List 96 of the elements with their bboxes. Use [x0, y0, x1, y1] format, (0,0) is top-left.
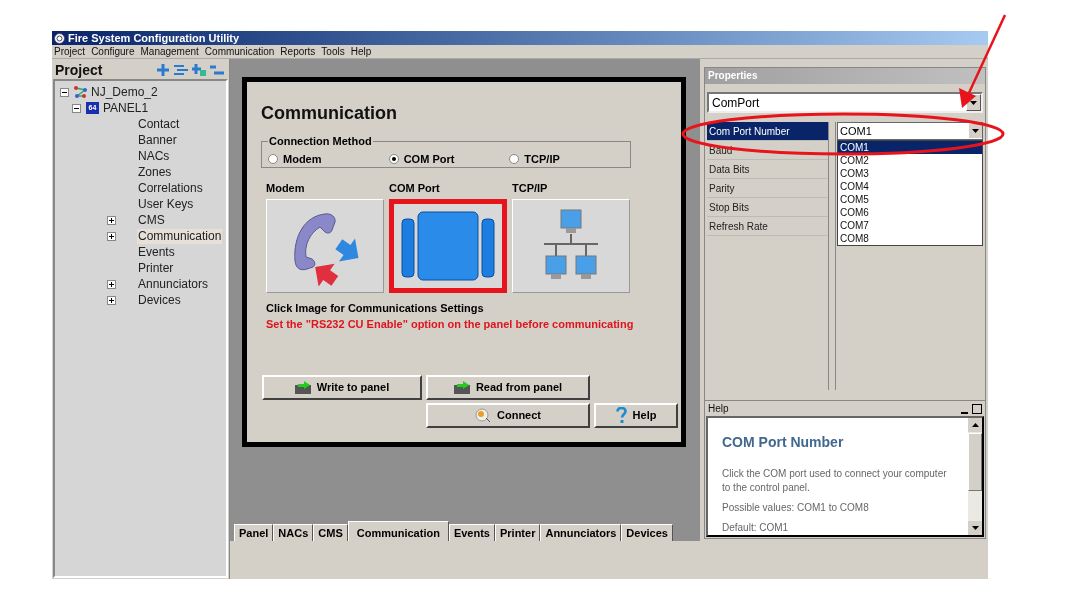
- add-icon[interactable]: [192, 64, 206, 76]
- tab[interactable]: Events: [448, 524, 495, 541]
- radio-option[interactable]: COM Port: [388, 153, 510, 165]
- panel-arrow-icon: [294, 381, 311, 394]
- window-title: Fire System Configuration Utility: [68, 32, 240, 44]
- radio-option[interactable]: TCP/IP: [509, 153, 630, 165]
- connect-button[interactable]: Connect: [426, 403, 590, 428]
- properties-header: Properties: [705, 68, 985, 84]
- tab[interactable]: Panel: [234, 524, 274, 541]
- radio-button[interactable]: [268, 154, 278, 164]
- value-dropdown[interactable]: COM1: [837, 122, 983, 140]
- tree-item[interactable]: NJ_Demo_2: [90, 84, 159, 100]
- dropdown-option[interactable]: COM2: [838, 154, 982, 167]
- plus-icon: [108, 233, 114, 239]
- plus-icon: [108, 281, 114, 287]
- warning-text: Set the "RS232 CU Enable" option on the panel before communicating: [266, 318, 635, 331]
- move-icon[interactable]: [156, 64, 170, 76]
- tree-item[interactable]: Devices: [137, 292, 182, 308]
- tree-item[interactable]: Printer: [137, 260, 175, 276]
- image-label: Modem: [266, 182, 306, 194]
- plus-icon: [108, 297, 114, 303]
- write-button[interactable]: Write to panel: [262, 375, 422, 400]
- radio-button[interactable]: [388, 154, 399, 164]
- expand-toggle[interactable]: [106, 295, 116, 305]
- property-name[interactable]: Stop Bits: [707, 198, 828, 217]
- expand-toggle[interactable]: [106, 279, 116, 289]
- dropdown-option[interactable]: COM7: [838, 219, 982, 232]
- property-name[interactable]: Parity: [707, 179, 828, 198]
- help-text: Possible values: COM1 to COM8: [722, 501, 870, 515]
- question-mark-icon: [615, 407, 627, 424]
- tree-item[interactable]: Annunciators: [137, 276, 210, 292]
- radio-button[interactable]: [509, 154, 520, 164]
- minus-icon: [73, 105, 79, 111]
- menu-item[interactable]: Tools: [321, 45, 345, 58]
- property-name[interactable]: Com Port Number: [707, 122, 828, 141]
- dropdown-option[interactable]: COM6: [838, 206, 982, 219]
- tab[interactable]: NACs: [273, 524, 314, 541]
- tree-item[interactable]: Correlations: [137, 180, 204, 196]
- caret-icon: [970, 100, 977, 105]
- expand-toggle[interactable]: [106, 231, 116, 241]
- object-dropdown[interactable]: ComPort: [707, 92, 983, 113]
- tab[interactable]: Printer: [494, 524, 541, 541]
- dropdown-option[interactable]: COM3: [838, 167, 982, 180]
- maximize-icon[interactable]: [972, 403, 982, 414]
- minus-icon: [61, 89, 67, 95]
- image-label: TCP/IP: [512, 182, 549, 194]
- tree-item[interactable]: Zones: [137, 164, 173, 180]
- list-icon[interactable]: [174, 64, 188, 76]
- tree-item[interactable]: Communication: [137, 228, 223, 244]
- collapse-toggle[interactable]: [59, 87, 69, 97]
- read-button[interactable]: Read from panel: [426, 375, 590, 400]
- property-name[interactable]: Refresh Rate: [707, 217, 828, 236]
- scrollbar[interactable]: [968, 418, 982, 535]
- image-button[interactable]: [389, 199, 507, 293]
- plus-icon: [108, 217, 114, 223]
- menu-item[interactable]: Configure: [91, 45, 135, 58]
- tab[interactable]: Annunciators: [540, 524, 622, 541]
- help-header: Help: [708, 402, 729, 416]
- tree-item[interactable]: Events: [137, 244, 176, 260]
- panel-arrow-icon: [453, 381, 470, 394]
- property-name[interactable]: Data Bits: [707, 160, 828, 179]
- group-legend: Connection Method: [268, 135, 373, 147]
- dialog-title: Communication: [261, 102, 398, 124]
- remove-icon[interactable]: [210, 64, 224, 76]
- menu-item[interactable]: Help: [350, 45, 372, 58]
- radio-option[interactable]: Modem: [268, 153, 389, 165]
- tab[interactable]: CMS: [313, 524, 348, 541]
- tree-item[interactable]: Banner: [137, 132, 178, 148]
- tree-item[interactable]: Contact: [137, 116, 181, 132]
- tab[interactable]: Communication: [347, 521, 449, 541]
- network-nodes-icon: [74, 86, 87, 98]
- help-text: Click the COM port used to connect your computer to the control panel.: [722, 467, 948, 495]
- menu-item[interactable]: Project: [54, 45, 86, 58]
- dropdown-option[interactable]: COM5: [838, 193, 982, 206]
- dropdown-option[interactable]: COM4: [838, 180, 982, 193]
- tab[interactable]: Devices: [621, 524, 673, 541]
- help-heading: COM Port Number: [722, 433, 845, 452]
- help-text: Default: COM1: [722, 521, 790, 535]
- menu-item[interactable]: Reports: [280, 45, 316, 58]
- caret-icon: [971, 526, 979, 530]
- hint-text: Click Image for Communications Settings: [266, 302, 485, 315]
- help-button[interactable]: Help: [594, 403, 678, 428]
- expand-toggle[interactable]: [106, 215, 116, 225]
- menu-item[interactable]: Communication: [204, 45, 275, 58]
- menu-item[interactable]: Management: [140, 45, 199, 58]
- tree-item[interactable]: PANEL1: [102, 100, 150, 116]
- caret-icon: [972, 129, 979, 133]
- image-label: COM Port: [389, 182, 441, 194]
- pane-title: Project: [55, 60, 103, 80]
- tree-item[interactable]: CMS: [137, 212, 166, 228]
- up-arrow-icon[interactable]: [971, 423, 979, 427]
- tree-item[interactable]: User Keys: [137, 196, 195, 212]
- tree-item[interactable]: NACs: [137, 148, 171, 164]
- collapse-toggle[interactable]: [71, 103, 81, 113]
- dropdown-option[interactable]: COM8: [838, 232, 982, 245]
- logo-icon: [54, 32, 65, 44]
